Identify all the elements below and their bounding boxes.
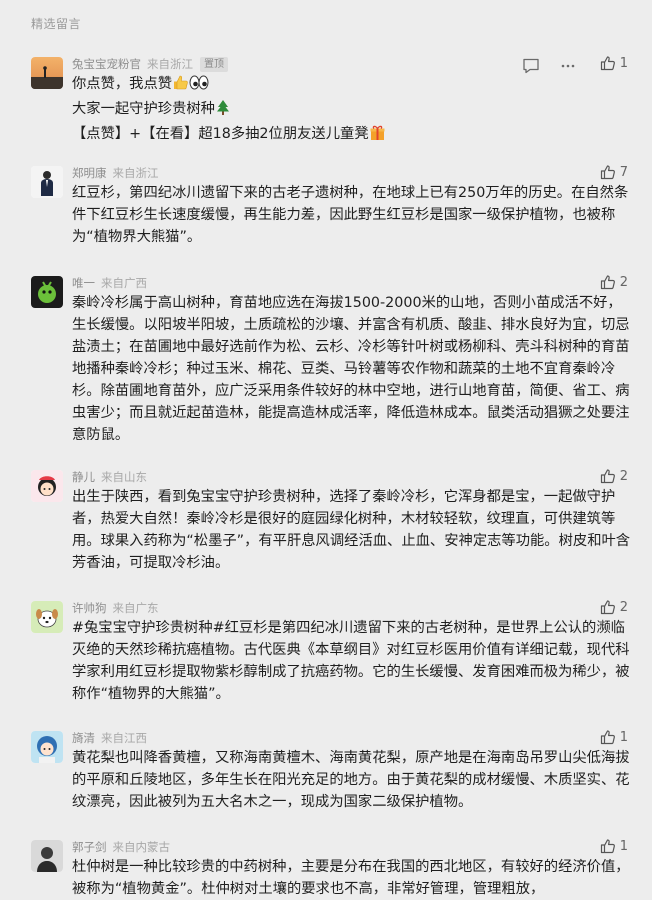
comment-line: 大家一起守护珍贵树种: [72, 101, 215, 117]
comment-paragraph: 杜仲树是一种比较珍贵的中药树种，主要是分布在我国的西北地区，有较好的经济价值，被…: [72, 859, 630, 897]
commenter-name[interactable]: 郑明康: [72, 166, 107, 180]
comment-text: 黄花梨也叫降香黄檀，又称海南黄檀木、海南黄花梨，原产地是在海南岛吊罗山尖低海拔的…: [72, 747, 634, 813]
like-count: 7: [619, 164, 628, 180]
thumbs-up-icon: [600, 468, 616, 484]
comment-text: 杜仲树是一种比较珍贵的中药树种，主要是分布在我国的西北地区，有较好的经济价值，被…: [72, 856, 634, 900]
comment-text: 出生于陕西，看到兔宝宝守护珍贵树种，选择了秦岭冷杉，它浑身都是宝，一起做守护者，…: [72, 486, 634, 574]
like-count: 1: [619, 55, 628, 71]
pinned-badge: 置顶: [200, 57, 228, 72]
like-button[interactable]: 7: [600, 164, 628, 180]
commenter-location: 来自江西: [101, 731, 147, 745]
comment-meta: 旖清 来自江西: [72, 730, 147, 746]
thumbs-up-icon: [600, 599, 616, 615]
commenter-name[interactable]: 旖清: [72, 731, 95, 745]
comment-meta: 郭子剑 来自内蒙古: [72, 839, 170, 855]
dark-portrait-avatar[interactable]: [31, 840, 63, 872]
thumbs-up-icon: [600, 164, 616, 180]
like-button[interactable]: 2: [600, 468, 628, 484]
comment-meta: 静儿 来自山东: [72, 469, 147, 485]
cartoon-dog-avatar[interactable]: [31, 601, 63, 633]
comment-text: 秦岭冷杉属于高山树种，育苗地应选在海拔1500-2000米的山地，否则小苗成活不…: [72, 292, 634, 446]
like-button[interactable]: 2: [600, 274, 628, 290]
comment-meta: 兔宝宝宠粉官 来自浙江 置顶: [72, 56, 228, 72]
commenter-name[interactable]: 郭子剑: [72, 840, 107, 854]
like-count: 2: [619, 274, 628, 290]
like-count: 1: [619, 838, 628, 854]
comment-paragraph: #兔宝宝守护珍贵树种#红豆杉是第四纪冰川遗留下来的古老树种，是世界上公认的濒临灭…: [72, 620, 630, 702]
thumbs-up-icon: [600, 55, 616, 71]
comment-text: 红豆杉，第四纪冰川遗留下来的古老子遗树种，在地球上已有250万年的历史。在自然条…: [72, 182, 634, 248]
comment-line: 你点赞，我点赞: [72, 76, 173, 92]
person-in-suit-avatar[interactable]: [31, 166, 63, 198]
thumbs-up-icon: [600, 729, 616, 745]
thumbs-up-emoji-icon: [172, 74, 189, 98]
thumbs-up-icon: [600, 274, 616, 290]
commenter-location: 来自山东: [101, 470, 147, 484]
commenter-location: 来自浙江: [147, 57, 193, 71]
eyes-emoji-icon: [189, 74, 209, 98]
commenter-name[interactable]: 兔宝宝宠粉官: [72, 57, 141, 71]
comment-paragraph: 黄花梨也叫降香黄檀，又称海南黄檀木、海南黄花梨，原产地是在海南岛吊罗山尖低海拔的…: [72, 750, 630, 810]
cartoon-girl-avatar[interactable]: [31, 470, 63, 502]
like-button[interactable]: 1: [600, 729, 628, 745]
comment-text: 你点赞，我点赞 大家一起守护珍贵树种 【点赞】+【在看】超18多抽2位朋友送儿童…: [72, 73, 634, 148]
comment-paragraph: 出生于陕西，看到兔宝宝守护珍贵树种，选择了秦岭冷杉，它浑身都是宝，一起做守护者，…: [72, 489, 631, 571]
comment-meta: 许帅狗 来自广东: [72, 600, 159, 616]
commenter-name[interactable]: 静儿: [72, 470, 95, 484]
comment-line: 【点赞】+【在看】超18多抽2位朋友送儿童凳: [72, 126, 369, 142]
like-button[interactable]: 2: [600, 599, 628, 615]
commenter-name[interactable]: 唯一: [72, 276, 95, 290]
blue-hair-girl-avatar[interactable]: [31, 731, 63, 763]
thumbs-up-icon: [600, 838, 616, 854]
like-button[interactable]: 1: [600, 838, 628, 854]
comment-text: #兔宝宝守护珍贵树种#红豆杉是第四纪冰川遗留下来的古老树种，是世界上公认的濒临灭…: [72, 617, 634, 705]
commenter-location: 来自广西: [101, 276, 147, 290]
sunset-landscape-avatar[interactable]: [31, 57, 63, 89]
like-button[interactable]: 1: [600, 55, 628, 71]
comment-meta: 郑明康 来自浙江: [72, 165, 159, 181]
comment-meta: 唯一 来自广西: [72, 275, 147, 291]
commenter-location: 来自广东: [112, 601, 159, 615]
comment-paragraph: 秦岭冷杉属于高山树种，育苗地应选在海拔1500-2000米的山地，否则小苗成活不…: [72, 295, 630, 443]
gift-emoji-icon: [369, 124, 386, 148]
like-count: 2: [619, 468, 628, 484]
commenter-location: 来自浙江: [112, 166, 159, 180]
like-count: 1: [619, 729, 628, 745]
like-count: 2: [619, 599, 628, 615]
comment-paragraph: 红豆杉，第四纪冰川遗留下来的古老子遗树种，在地球上已有250万年的历史。在自然条…: [72, 185, 629, 245]
green-creature-avatar[interactable]: [31, 276, 63, 308]
commenter-location: 来自内蒙古: [112, 840, 171, 854]
section-title: 精选留言: [31, 17, 82, 31]
commenter-name[interactable]: 许帅狗: [72, 601, 107, 615]
evergreen-tree-emoji-icon: [215, 99, 231, 123]
